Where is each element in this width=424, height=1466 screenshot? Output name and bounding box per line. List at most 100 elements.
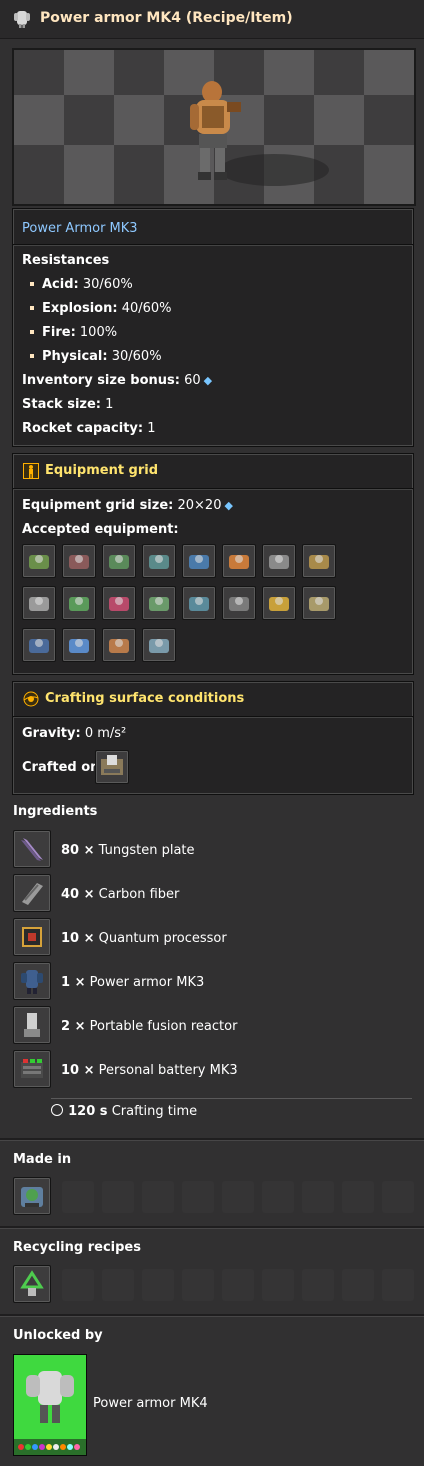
crafting-conditions-header: Crafting surface conditions bbox=[13, 682, 413, 717]
solar-panel-icon bbox=[69, 639, 89, 653]
empty-slot bbox=[302, 1269, 334, 1301]
night-vision-mk2-icon bbox=[149, 597, 169, 611]
crafting-time-divider bbox=[51, 1098, 412, 1099]
equipment-slot[interactable] bbox=[182, 586, 216, 620]
space-platform-slot[interactable] bbox=[95, 750, 129, 784]
equipment-slot[interactable] bbox=[262, 544, 296, 578]
power-armor-mk3-icon bbox=[21, 970, 43, 994]
empty-slot bbox=[342, 1181, 374, 1213]
previous-tier-link[interactable]: Power Armor MK3 bbox=[22, 221, 138, 236]
equipment-slot[interactable] bbox=[102, 586, 136, 620]
equipment-slot[interactable] bbox=[62, 544, 96, 578]
empty-slot bbox=[62, 1181, 94, 1213]
equipment-slot[interactable] bbox=[142, 628, 176, 662]
ingredient-slot-personal-battery-mk3[interactable] bbox=[13, 1050, 51, 1088]
empty-slot bbox=[182, 1181, 214, 1213]
science-pack-strip bbox=[14, 1439, 86, 1455]
ingredient-slot-portable-fusion-reactor[interactable] bbox=[13, 1006, 51, 1044]
ingredients-title: Ingredients bbox=[13, 804, 98, 819]
recycling-recipe-slot[interactable] bbox=[13, 1265, 51, 1303]
item-preview bbox=[12, 48, 416, 206]
personal-roboport-icon bbox=[269, 555, 289, 569]
empty-slot bbox=[142, 1269, 174, 1301]
equipment-slot[interactable] bbox=[302, 544, 336, 578]
energy-shield-mk2-icon bbox=[229, 555, 249, 569]
equipment-slot[interactable] bbox=[62, 586, 96, 620]
portable-fission-icon bbox=[309, 597, 329, 611]
fusion-reactor-icon bbox=[29, 597, 49, 611]
empty-slot bbox=[222, 1181, 254, 1213]
crafted-on-label: Crafted on: bbox=[22, 760, 105, 775]
equipment-grid-title: Equipment grid bbox=[45, 463, 159, 478]
empty-slot bbox=[182, 1269, 214, 1301]
equipment-slot[interactable] bbox=[142, 586, 176, 620]
empty-slot bbox=[302, 1181, 334, 1213]
planet-icon bbox=[23, 691, 39, 707]
ingredient-carbon-fiber: 40 × Carbon fiber bbox=[61, 887, 180, 902]
personal-laser-defense-icon bbox=[309, 555, 329, 569]
equipment-slot[interactable] bbox=[262, 586, 296, 620]
space-platform-icon bbox=[101, 755, 123, 775]
equipment-slot[interactable] bbox=[22, 628, 56, 662]
character-sprite bbox=[190, 81, 241, 180]
tungsten-plate-icon bbox=[21, 838, 43, 861]
ingredient-slot-quantum-processor[interactable] bbox=[13, 918, 51, 956]
section-divider bbox=[0, 1138, 424, 1141]
battery-mk3-icon bbox=[109, 555, 129, 569]
empty-slot bbox=[262, 1181, 294, 1213]
resistance-physical: Physical: 30/60% bbox=[22, 349, 162, 364]
power-armor-mk4-technology-icon bbox=[26, 1371, 74, 1423]
crafting-conditions-panel: Crafting surface conditions Gravity: 0 m… bbox=[12, 681, 414, 795]
carbon-fiber-icon bbox=[22, 883, 43, 905]
crafting-time: 120 s Crafting time bbox=[51, 1104, 197, 1119]
ingredient-slot-power-armor-mk3[interactable] bbox=[13, 962, 51, 1000]
empty-slot bbox=[382, 1269, 414, 1301]
equipment-slot[interactable] bbox=[22, 586, 56, 620]
portable-fusion-reactor-icon bbox=[24, 1013, 40, 1037]
exoskeleton-icon bbox=[149, 555, 169, 569]
quantum-processor-icon bbox=[22, 927, 42, 947]
equipment-slot[interactable] bbox=[142, 544, 176, 578]
resistances-heading: Resistances bbox=[22, 253, 110, 268]
battery-mk2-icon bbox=[69, 555, 89, 569]
empty-slot bbox=[102, 1269, 134, 1301]
section-divider bbox=[0, 1226, 424, 1229]
rocket-capacity: Rocket capacity: 1 bbox=[22, 421, 156, 436]
technology-tile[interactable] bbox=[13, 1354, 87, 1456]
resistance-explosion: Explosion: 40/60% bbox=[22, 301, 172, 316]
stack-size: Stack size: 1 bbox=[22, 397, 114, 412]
equipment-slot[interactable] bbox=[62, 628, 96, 662]
assembling-machine-icon bbox=[21, 1187, 43, 1207]
technology-name[interactable]: Power armor MK4 bbox=[93, 1396, 208, 1411]
recipe-item-window: Power armor MK4 (Recipe/Item) Power Armo… bbox=[0, 0, 424, 1466]
power-armor-icon bbox=[14, 11, 30, 28]
ingredient-quantum-processor: 10 × Quantum processor bbox=[61, 931, 227, 946]
ingredient-slot-carbon-fiber[interactable] bbox=[13, 874, 51, 912]
science-packs-icon bbox=[18, 1444, 80, 1450]
belt-immunity-icon bbox=[29, 639, 49, 653]
gravity-condition: Gravity: 0 m/s² bbox=[22, 726, 127, 741]
equipment-slot[interactable] bbox=[182, 544, 216, 578]
resistance-fire: Fire: 100% bbox=[22, 325, 117, 340]
equipment-slot[interactable] bbox=[22, 544, 56, 578]
robot-equipment-icon bbox=[149, 639, 169, 653]
title-bar[interactable]: Power armor MK4 (Recipe/Item) bbox=[0, 0, 424, 39]
equipment-grid-icon bbox=[23, 463, 39, 479]
ingredient-tungsten-plate: 80 × Tungsten plate bbox=[61, 843, 195, 858]
empty-slot bbox=[382, 1181, 414, 1213]
equipment-slot[interactable] bbox=[302, 586, 336, 620]
ingredient-slot-tungsten-plate[interactable] bbox=[13, 830, 51, 868]
equipment-slot[interactable] bbox=[222, 586, 256, 620]
assembling-machine-slot[interactable] bbox=[13, 1177, 51, 1215]
empty-slot bbox=[222, 1269, 254, 1301]
ingredient-power-armor-mk3: 1 × Power armor MK3 bbox=[61, 975, 205, 990]
equipment-slot[interactable] bbox=[102, 628, 136, 662]
equipment-slot[interactable] bbox=[222, 544, 256, 578]
equipment-slot[interactable] bbox=[102, 544, 136, 578]
recycling-icon bbox=[20, 1270, 44, 1296]
night-vision-icon bbox=[69, 597, 89, 611]
crafting-conditions-title: Crafting surface conditions bbox=[45, 691, 245, 706]
ingredient-portable-fusion-reactor: 2 × Portable fusion reactor bbox=[61, 1019, 238, 1034]
equipment-grid-panel: Equipment grid Equipment grid size: 20×2… bbox=[12, 453, 414, 675]
empty-slot bbox=[62, 1269, 94, 1301]
